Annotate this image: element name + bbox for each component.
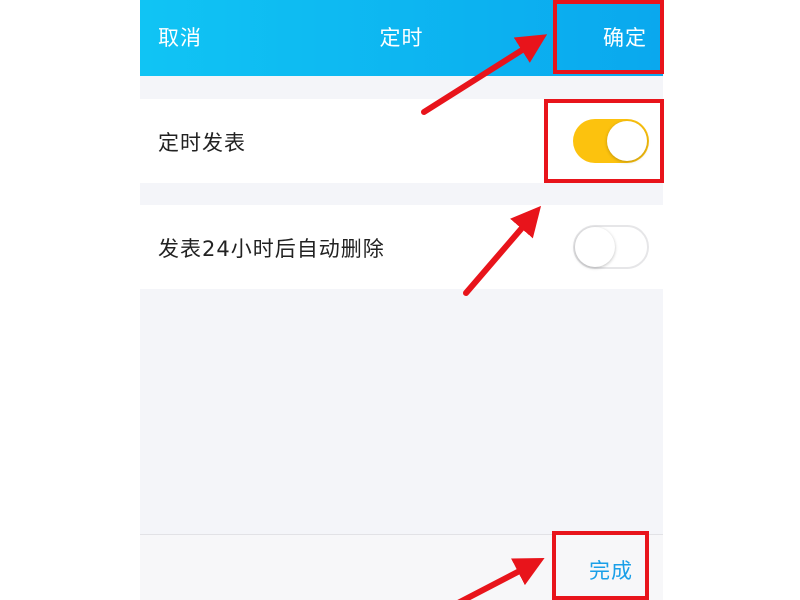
setting-row-auto-delete: 发表24小时后自动删除 xyxy=(140,205,663,289)
auto-delete-toggle[interactable] xyxy=(573,225,649,269)
phone-screen: 取消 定时 确定 定时发表 发表24小时后自动删除 完成 xyxy=(140,0,663,600)
highlight-box-done xyxy=(552,531,649,600)
highlight-box-confirm xyxy=(553,0,664,74)
setting-label: 发表24小时后自动删除 xyxy=(158,237,385,261)
toggle-knob xyxy=(575,227,615,267)
highlight-box-toggle xyxy=(544,99,664,183)
setting-label: 定时发表 xyxy=(158,131,246,155)
